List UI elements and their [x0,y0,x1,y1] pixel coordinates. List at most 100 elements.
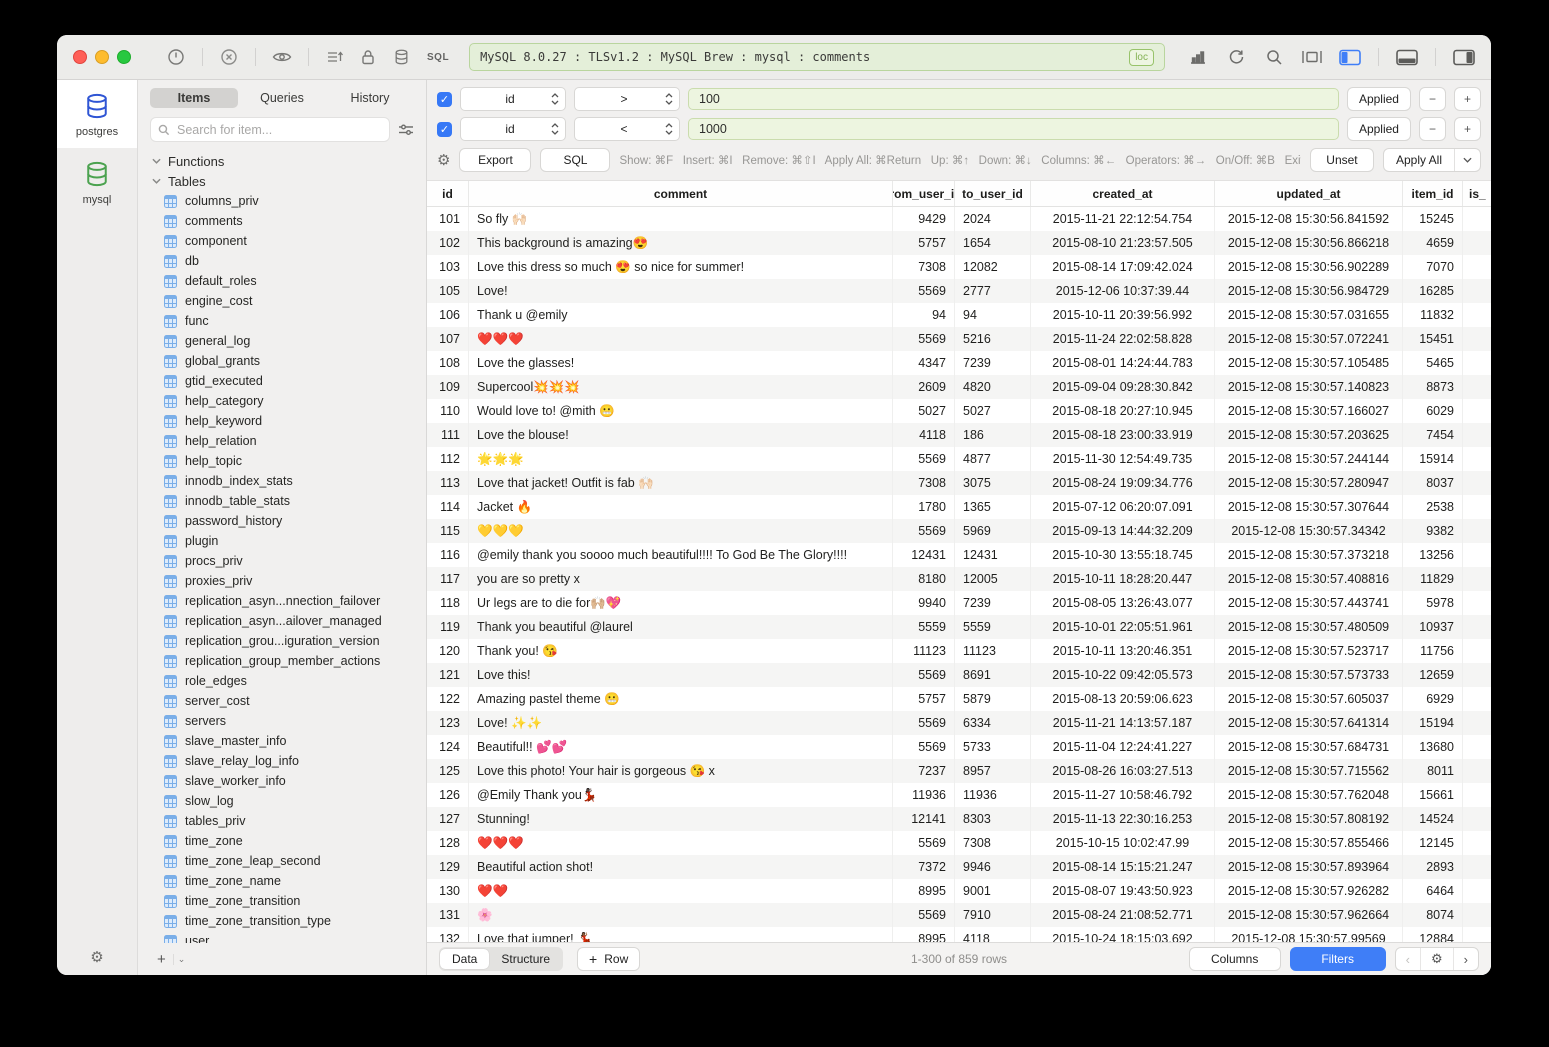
settings-gear-icon[interactable]: ⚙ [57,949,137,967]
lock-icon[interactable] [357,46,379,68]
cell-updated-at[interactable]: 2015-12-08 15:30:57.203625 [1215,423,1403,447]
sidebar-table-item[interactable]: replication_group_member_actions [164,651,426,671]
cell-updated-at[interactable]: 2015-12-08 15:30:56.902289 [1215,255,1403,279]
commit-list-icon[interactable] [324,46,346,68]
cell-comment[interactable]: 🌸 [469,903,893,927]
cell-created-at[interactable]: 2015-09-13 14:44:32.209 [1031,519,1215,543]
cell-updated-at[interactable]: 2015-12-08 15:30:56.841592 [1215,207,1403,231]
cell-id[interactable]: 117 [427,567,469,591]
sidebar-table-item[interactable]: replication_asyn...ailover_managed [164,611,426,631]
cell-created-at[interactable]: 2015-08-26 16:03:27.513 [1031,759,1215,783]
cell-is[interactable] [1463,759,1491,783]
cell-is[interactable] [1463,423,1491,447]
add-row-button[interactable]: + Row [577,947,640,971]
tab-items[interactable]: Items [150,88,238,108]
cell-id[interactable]: 102 [427,231,469,255]
cell-from-user-id[interactable]: 5569 [893,903,955,927]
cell-comment[interactable]: Stunning! [469,807,893,831]
cell-is[interactable] [1463,519,1491,543]
cell-to-user-id[interactable]: 4820 [955,375,1031,399]
sidebar-table-item[interactable]: gtid_executed [164,371,426,391]
sidebar-table-item[interactable]: role_edges [164,671,426,691]
disconnect-icon[interactable] [218,46,240,68]
cell-from-user-id[interactable]: 5569 [893,327,955,351]
sidebar-table-item[interactable]: func [164,311,426,331]
table-row[interactable]: 115💛💛💛556959692015-09-13 14:44:32.209201… [427,519,1491,543]
sidebar-table-item[interactable]: password_history [164,511,426,531]
column-header-to-user-id[interactable]: to_user_id [955,181,1031,206]
cell-is[interactable] [1463,735,1491,759]
cell-is[interactable] [1463,231,1491,255]
sidebar-table-item[interactable]: time_zone_leap_second [164,851,426,871]
filter-applied-button[interactable]: Applied [1347,117,1411,141]
cell-created-at[interactable]: 2015-10-24 18:15:03.692 [1031,927,1215,942]
cell-item-id[interactable]: 15451 [1403,327,1463,351]
cell-updated-at[interactable]: 2015-12-08 15:30:57.408816 [1215,567,1403,591]
columns-button[interactable]: Columns [1189,947,1281,971]
sidebar-table-item[interactable]: slave_relay_log_info [164,751,426,771]
cell-updated-at[interactable]: 2015-12-08 15:30:57.140823 [1215,375,1403,399]
cell-item-id[interactable]: 6464 [1403,879,1463,903]
table-row[interactable]: 102This background is amazing😍5757165420… [427,231,1491,255]
cell-comment[interactable]: ❤️❤️ [469,879,893,903]
cell-to-user-id[interactable]: 5969 [955,519,1031,543]
cell-id[interactable]: 109 [427,375,469,399]
table-row[interactable]: 121Love this!556986912015-10-22 09:42:05… [427,663,1491,687]
table-row[interactable]: 126@Emily Thank you💃🏿11936119362015-11-2… [427,783,1491,807]
cell-is[interactable] [1463,807,1491,831]
remove-filter-button[interactable]: − [1419,87,1446,111]
column-header-is[interactable]: is_ [1463,181,1491,206]
sidebar-table-item[interactable]: help_category [164,391,426,411]
cell-updated-at[interactable]: 2015-12-08 15:30:57.605037 [1215,687,1403,711]
column-header-comment[interactable]: comment [469,181,893,206]
cell-is[interactable] [1463,903,1491,927]
cell-from-user-id[interactable]: 9429 [893,207,955,231]
search-input[interactable] [175,122,382,138]
cell-is[interactable] [1463,327,1491,351]
table-row[interactable]: 117you are so pretty x8180120052015-10-1… [427,567,1491,591]
sidebar-table-item[interactable]: engine_cost [164,291,426,311]
table-row[interactable]: 119Thank you beautiful @laurel5559555920… [427,615,1491,639]
cell-is[interactable] [1463,495,1491,519]
cell-is[interactable] [1463,711,1491,735]
close-window-button[interactable] [73,50,87,64]
cell-comment[interactable]: Love the blouse! [469,423,893,447]
sql-editor-icon[interactable]: SQL [427,52,449,63]
table-row[interactable]: 105Love!556927772015-12-06 10:37:39.4420… [427,279,1491,303]
cell-updated-at[interactable]: 2015-12-08 15:30:57.99569 [1215,927,1403,942]
cell-item-id[interactable]: 6029 [1403,399,1463,423]
cell-created-at[interactable]: 2015-08-10 21:23:57.505 [1031,231,1215,255]
cell-from-user-id[interactable]: 7372 [893,855,955,879]
cell-id[interactable]: 128 [427,831,469,855]
cell-is[interactable] [1463,783,1491,807]
cell-is[interactable] [1463,663,1491,687]
table-row[interactable]: 106Thank u @emily94942015-10-11 20:39:56… [427,303,1491,327]
cell-updated-at[interactable]: 2015-12-08 15:30:57.105485 [1215,351,1403,375]
sidebar-table-item[interactable]: innodb_index_stats [164,471,426,491]
cell-id[interactable]: 106 [427,303,469,327]
table-row[interactable]: 118Ur legs are to die for🙌🏼💖994072392015… [427,591,1491,615]
cell-is[interactable] [1463,615,1491,639]
cell-updated-at[interactable]: 2015-12-08 15:30:57.962664 [1215,903,1403,927]
cell-from-user-id[interactable]: 12431 [893,543,955,567]
filter-value-field[interactable] [688,118,1339,140]
table-row[interactable]: 130❤️❤️899590012015-08-07 19:43:50.92320… [427,879,1491,903]
table-row[interactable]: 122Amazing pastel theme 😬575758792015-08… [427,687,1491,711]
cell-from-user-id[interactable]: 94 [893,303,955,327]
cell-comment[interactable]: Beautiful action shot! [469,855,893,879]
cell-item-id[interactable]: 11829 [1403,567,1463,591]
cell-to-user-id[interactable]: 12082 [955,255,1031,279]
table-row[interactable]: 112🌟🌟🌟556948772015-11-30 12:54:49.735201… [427,447,1491,471]
cell-updated-at[interactable]: 2015-12-08 15:30:57.684731 [1215,735,1403,759]
add-filter-button[interactable]: + [1454,117,1481,141]
cell-updated-at[interactable]: 2015-12-08 15:30:56.984729 [1215,279,1403,303]
cell-item-id[interactable]: 15194 [1403,711,1463,735]
cell-id[interactable]: 114 [427,495,469,519]
cell-updated-at[interactable]: 2015-12-08 15:30:57.573733 [1215,663,1403,687]
cell-updated-at[interactable]: 2015-12-08 15:30:57.715562 [1215,759,1403,783]
cell-updated-at[interactable]: 2015-12-08 15:30:57.855466 [1215,831,1403,855]
cell-item-id[interactable]: 5978 [1403,591,1463,615]
table-row[interactable]: 107❤️❤️❤️556952162015-11-24 22:02:58.828… [427,327,1491,351]
cell-to-user-id[interactable]: 2024 [955,207,1031,231]
remove-filter-button[interactable]: − [1419,117,1446,141]
